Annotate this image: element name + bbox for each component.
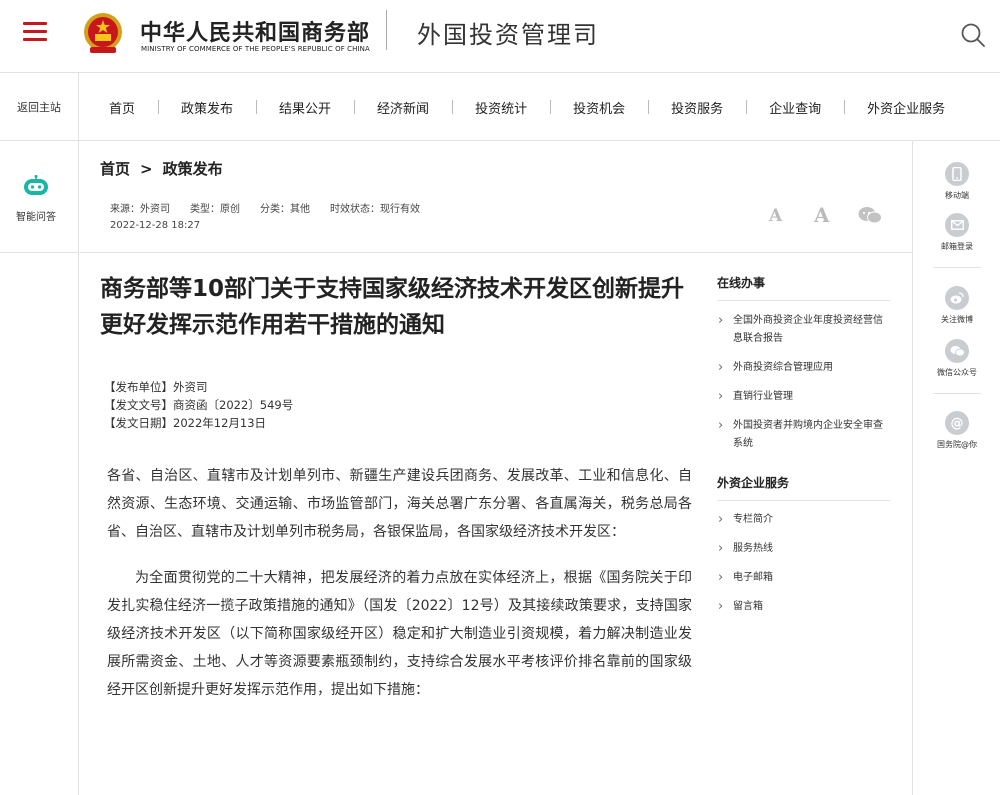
article-title: 商务部等10部门关于支持国家级经济技术开发区创新提升更好发挥示范作用若干措施的通… bbox=[100, 276, 685, 338]
nav-item-economic-news[interactable]: 经济新闻 bbox=[354, 98, 452, 117]
issuer-line: 【发布单位】外资司 bbox=[104, 380, 208, 394]
nav-item-home[interactable]: 首页 bbox=[86, 98, 158, 117]
body-paragraph-intro: 为全面贯彻党的二十大精神，把发展经济的着力点放在实体经济上，根据《国务院关于印发… bbox=[107, 570, 692, 698]
breadcrumb-current[interactable]: 政策发布 bbox=[163, 160, 223, 178]
nav-item-results[interactable]: 结果公开 bbox=[256, 98, 354, 117]
mail-icon bbox=[945, 213, 969, 237]
mobile-icon bbox=[945, 162, 969, 186]
body-paragraph-addressees: 各省、自治区、直辖市及计划单列市、新疆生产建设兵团商务、发展改革、工业和信息化、… bbox=[107, 468, 692, 540]
wechat-label: 微信公众号 bbox=[937, 368, 977, 377]
enterprise-service-list: 专栏简介 服务热线 电子邮箱 留言箱 bbox=[717, 511, 890, 616]
enterprise-service-item[interactable]: 服务热线 bbox=[717, 540, 890, 558]
nav-item-investment-opportunities[interactable]: 投资机会 bbox=[550, 98, 648, 117]
right-sidebar: 移动端 邮箱登录 关注微博 微信公众号 @ 国务院@你 bbox=[912, 141, 1000, 795]
enterprise-service-title: 外资企业服务 bbox=[717, 474, 890, 501]
search-icon[interactable] bbox=[960, 22, 986, 48]
weibo-link[interactable]: 关注微博 bbox=[913, 286, 1000, 325]
state-council-label: 国务院@你 bbox=[937, 440, 977, 449]
meta-date: 2022-12-28 18:27 bbox=[110, 220, 201, 231]
header-divider bbox=[386, 10, 387, 50]
meta-type: 类型：原创 bbox=[190, 204, 240, 215]
issue-date-line: 【发文日期】2022年12月13日 bbox=[104, 416, 267, 430]
state-council-link[interactable]: @ 国务院@你 bbox=[913, 411, 1000, 450]
font-increase-button[interactable]: A bbox=[814, 203, 830, 227]
email-login-link[interactable]: 邮箱登录 bbox=[913, 213, 1000, 252]
wechat-share-icon[interactable] bbox=[858, 206, 882, 224]
breadcrumb-home[interactable]: 首页 bbox=[100, 160, 130, 178]
meta-category: 分类：其他 bbox=[260, 204, 310, 215]
online-service-title: 在线办事 bbox=[717, 274, 890, 301]
online-service-panel: 在线办事 全国外商投资企业年度投资经营信息联合报告 外商投资综合管理应用 直销行… bbox=[717, 274, 890, 453]
nav-item-enterprise-query[interactable]: 企业查询 bbox=[746, 98, 844, 117]
sidebar-divider bbox=[933, 393, 981, 394]
font-decrease-button[interactable]: A bbox=[769, 206, 782, 226]
wechat-icon bbox=[945, 339, 969, 363]
robot-icon bbox=[24, 175, 48, 195]
article-meta: 来源：外资司 类型：原创 分类：其他 时效状态：现行有效 bbox=[110, 200, 440, 215]
smart-qa-label: 智能问答 bbox=[16, 212, 56, 223]
online-service-list: 全国外商投资企业年度投资经营信息联合报告 外商投资综合管理应用 直销行业管理 外… bbox=[717, 312, 890, 453]
enterprise-service-panel: 外资企业服务 专栏简介 服务热线 电子邮箱 留言箱 bbox=[717, 474, 890, 616]
weibo-label: 关注微博 bbox=[941, 315, 973, 324]
nav-item-investment-services[interactable]: 投资服务 bbox=[648, 98, 746, 117]
email-login-label: 邮箱登录 bbox=[941, 242, 973, 251]
site-name-en: MINISTRY OF COMMERCE OF THE PEOPLE'S REP… bbox=[141, 45, 370, 53]
article-info-block: 【发布单位】外资司 【发文文号】商资函〔2022〕549号 【发文日期】2022… bbox=[104, 378, 293, 432]
online-service-item[interactable]: 外国投资者并购境内企业安全审查系统 bbox=[717, 417, 890, 453]
national-emblem-logo[interactable] bbox=[82, 11, 124, 55]
weibo-icon bbox=[945, 286, 969, 310]
breadcrumb: 首页 > 政策发布 bbox=[100, 158, 223, 179]
mobile-label: 移动端 bbox=[945, 191, 969, 200]
back-to-main-site-link[interactable]: 返回主站 bbox=[0, 73, 79, 141]
online-service-item[interactable]: 直销行业管理 bbox=[717, 388, 890, 406]
header-separator-line bbox=[80, 252, 912, 253]
site-header: 中华人民共和国商务部 MINISTRY OF COMMERCE OF THE P… bbox=[0, 0, 1000, 73]
nav-item-policy[interactable]: 政策发布 bbox=[158, 98, 256, 117]
online-service-item[interactable]: 外商投资综合管理应用 bbox=[717, 359, 890, 377]
meta-source: 来源：外资司 bbox=[110, 204, 170, 215]
wechat-link[interactable]: 微信公众号 bbox=[913, 339, 1000, 378]
smart-qa-button[interactable]: 智能问答 bbox=[0, 141, 79, 253]
enterprise-service-item[interactable]: 电子邮箱 bbox=[717, 569, 890, 587]
mobile-link[interactable]: 移动端 bbox=[913, 162, 1000, 201]
meta-status: 时效状态：现行有效 bbox=[330, 204, 420, 215]
nav-item-investment-stats[interactable]: 投资统计 bbox=[452, 98, 550, 117]
enterprise-service-item[interactable]: 留言箱 bbox=[717, 598, 890, 616]
left-sidebar: 智能问答 bbox=[0, 141, 79, 795]
online-service-item[interactable]: 全国外商投资企业年度投资经营信息联合报告 bbox=[717, 312, 890, 348]
at-icon: @ bbox=[945, 411, 969, 435]
article-body: 各省、自治区、直辖市及计划单列市、新疆生产建设兵团商务、发展改革、工业和信息化、… bbox=[107, 462, 692, 722]
sidebar-divider bbox=[933, 267, 981, 268]
menu-icon[interactable] bbox=[23, 22, 47, 42]
site-name-cn[interactable]: 中华人民共和国商务部 bbox=[140, 15, 370, 47]
department-name[interactable]: 外国投资管理司 bbox=[417, 15, 599, 50]
nav-item-foreign-enterprise-services[interactable]: 外资企业服务 bbox=[844, 98, 968, 117]
enterprise-service-item[interactable]: 专栏简介 bbox=[717, 511, 890, 529]
main-nav: 返回主站 首页 政策发布 结果公开 经济新闻 投资统计 投资机会 投资服务 企业… bbox=[0, 73, 1000, 141]
doc-number-line: 【发文文号】商资函〔2022〕549号 bbox=[104, 398, 294, 412]
nav-list: 首页 政策发布 结果公开 经济新闻 投资统计 投资机会 投资服务 企业查询 外资… bbox=[86, 73, 968, 141]
breadcrumb-separator: > bbox=[140, 160, 153, 178]
